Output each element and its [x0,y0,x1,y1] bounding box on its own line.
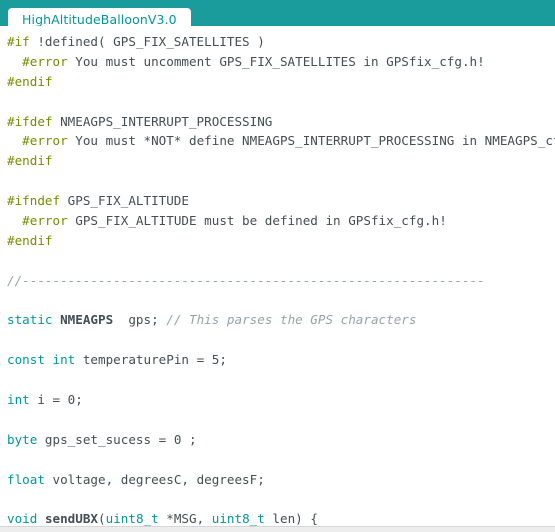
code-line[interactable]: void sendUBX(uint8_t *MSG, uint8_t len) … [7,509,555,526]
code-line[interactable] [7,92,555,112]
code-line[interactable] [7,450,555,470]
code-line[interactable] [7,489,555,509]
code-token: static [7,312,53,328]
code-token: #error [22,53,68,69]
status-strip [0,526,555,532]
code-line[interactable] [7,291,555,311]
code-token: !defined( GPS_FIX_SATELLITES ) [29,34,265,49]
code-line[interactable]: float voltage, degreesC, degreesF; [7,470,555,490]
code-line[interactable]: #if !defined( GPS_FIX_SATELLITES ) [7,32,555,52]
code-line[interactable]: #error You must *NOT* define NMEAGPS_INT… [7,131,555,151]
code-token: NMEAGPS [60,312,114,328]
arduino-editor-window: HighAltitudeBalloonV3.0 #if !defined( GP… [0,0,555,532]
code-line[interactable]: #endif [7,151,555,171]
code-token: #endif [7,73,53,89]
code-token: #ifdef [7,113,53,129]
code-token: const [7,352,45,368]
code-token: temperaturePin = 5; [75,352,227,368]
code-line[interactable]: const int temperaturePin = 5; [7,350,555,370]
code-token: i = 0; [29,392,83,408]
code-token: float [7,471,45,487]
code-token: void [7,511,38,526]
code-token: ( [98,511,106,526]
code-token: uint8_t [211,511,265,526]
code-token: byte [7,431,38,447]
code-token: // This parses the GPS characters [166,312,417,328]
code-token: *MSG, [158,511,212,526]
code-line[interactable]: #ifdef NMEAGPS_INTERRUPT_PROCESSING [7,112,555,132]
code-lines-container[interactable]: #if !defined( GPS_FIX_SATELLITES ) #erro… [0,32,555,526]
code-line[interactable]: static NMEAGPS gps; // This parses the G… [7,310,555,330]
code-line[interactable]: #ifndef GPS_FIX_ALTITUDE [7,191,555,211]
code-token: len) { [264,511,318,526]
code-line[interactable]: #endif [7,72,555,92]
code-line[interactable] [7,330,555,350]
code-token: voltage, degreesC, degreesF; [44,471,265,487]
code-line[interactable]: int i = 0; [7,390,555,410]
code-token: uint8_t [105,511,159,526]
code-token: #if [7,34,30,49]
editor-tab-label: HighAltitudeBalloonV3.0 [22,11,177,27]
code-line[interactable]: byte gps_set_sucess = 0 ; [7,430,555,450]
code-token: #error [22,213,68,229]
code-token: You must uncomment GPS_FIX_SATELLITES in… [67,53,485,69]
code-token: GPS_FIX_ALTITUDE must be defined in GPSf… [67,213,447,229]
code-token: int [7,392,30,408]
code-line[interactable]: #endif [7,231,555,251]
code-line[interactable] [7,410,555,430]
code-line[interactable] [7,370,555,390]
code-editor-area[interactable]: #if !defined( GPS_FIX_SATELLITES ) #erro… [0,26,555,526]
code-token: #error [22,133,68,149]
code-line[interactable] [7,171,555,191]
code-line[interactable]: #error GPS_FIX_ALTITUDE must be defined … [7,211,555,231]
code-token: gps_set_sucess = 0 ; [37,431,197,447]
code-token: sendUBX [44,511,99,526]
code-token: #endif [7,153,53,169]
code-token: #endif [7,232,53,248]
editor-tab-bar: HighAltitudeBalloonV3.0 [0,0,555,30]
code-token: #ifndef [7,193,61,209]
code-token: GPS_FIX_ALTITUDE [60,193,189,209]
code-line[interactable]: //--------------------------------------… [7,271,555,291]
code-token: You must *NOT* define NMEAGPS_INTERRUPT_… [67,133,555,149]
code-line[interactable] [7,251,555,271]
code-token: NMEAGPS_INTERRUPT_PROCESSING [52,113,273,129]
code-token: //--------------------------------------… [7,272,485,288]
code-token: int [52,352,76,368]
code-line[interactable]: #error You must uncomment GPS_FIX_SATELL… [7,52,555,72]
code-token: gps; [113,312,167,328]
